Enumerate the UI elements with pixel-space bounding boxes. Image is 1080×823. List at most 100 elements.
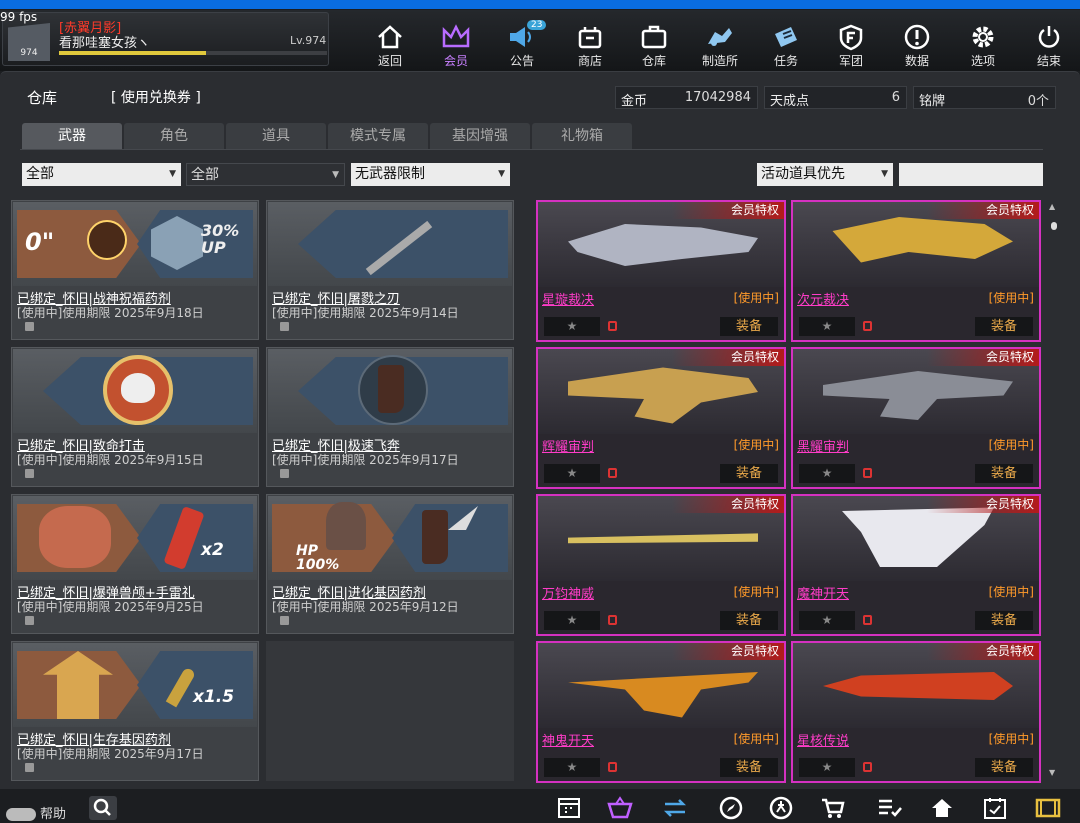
item-card[interactable]: 已绑定_怀旧|致命打击 [使用中]使用期限 2025年9月15日: [11, 347, 259, 487]
weapon-card[interactable]: 会员特权 魔神开天 [使用中] ★ 装备: [791, 494, 1041, 636]
favorite-button[interactable]: ★: [544, 758, 600, 777]
tab-gene-enhance[interactable]: 基因增强: [430, 123, 530, 150]
filter-category-select[interactable]: 全部 ▼: [22, 163, 181, 186]
home-icon: [375, 22, 405, 52]
info-icon: [902, 22, 932, 52]
weapon-status: [使用中]: [733, 438, 779, 452]
shop-basket-icon[interactable]: [605, 795, 635, 821]
tab-weapons[interactable]: 武器: [22, 123, 122, 150]
lock-icon: [608, 615, 617, 625]
favorite-button[interactable]: ★: [544, 317, 600, 336]
compass-icon[interactable]: [716, 795, 746, 821]
nav-notice[interactable]: 23 公告: [491, 20, 553, 76]
equip-button[interactable]: 装备: [975, 611, 1033, 630]
item-card[interactable]: x2 已绑定_怀旧|爆弹兽颅+手雷礼 [使用中]使用期限 2025年9月25日: [11, 494, 259, 634]
item-card[interactable]: 已绑定_怀旧|极速飞奔 [使用中]使用期限 2025年9月17日: [266, 347, 514, 487]
weapon-card[interactable]: 会员特权 万钧神威 [使用中] ★ 装备: [536, 494, 786, 636]
scroll-up-icon[interactable]: ▲: [1049, 202, 1055, 211]
scroll-thumb[interactable]: [1051, 222, 1057, 230]
film-icon[interactable]: [1033, 795, 1063, 821]
level-emblem-icon: 974: [8, 23, 50, 61]
weapon-card[interactable]: 会员特权 黑耀审判 [使用中] ★ 装备: [791, 347, 1041, 489]
favorite-button[interactable]: ★: [799, 758, 855, 777]
search-button[interactable]: [89, 796, 117, 820]
item-card[interactable]: x1.5 已绑定_怀旧|生存基因药剂 [使用中]使用期限 2025年9月17日: [11, 641, 259, 781]
nav-data[interactable]: 数据: [886, 20, 948, 76]
scroll-down-icon[interactable]: ▼: [1049, 768, 1055, 777]
weapon-card[interactable]: 会员特权 星璇裁决 [使用中] ★ 装备: [536, 200, 786, 342]
favorite-button[interactable]: ★: [799, 611, 855, 630]
item-expiry: [使用中]使用期限 2025年9月15日: [17, 453, 204, 467]
nav-mission[interactable]: 任务: [755, 20, 817, 76]
filter-type-select[interactable]: 全部 ▼: [186, 163, 345, 186]
sort-select[interactable]: 活动道具优先 ▼: [757, 163, 893, 186]
nav-storage[interactable]: 仓库: [623, 20, 685, 76]
nav-factory[interactable]: 制造所: [689, 20, 751, 76]
exchange-icon[interactable]: [660, 795, 690, 821]
page-title: 仓库: [27, 89, 58, 107]
lock-icon: [280, 616, 289, 625]
tab-items[interactable]: 道具: [226, 123, 326, 150]
nav-legion[interactable]: 军团: [820, 20, 882, 76]
chevron-down-icon: ▼: [881, 169, 888, 179]
weapon-status: [使用中]: [988, 291, 1034, 305]
fist-icon: [87, 220, 127, 260]
favorite-button[interactable]: ★: [799, 317, 855, 336]
redeem-voucher-button[interactable]: [ 使用兑换券 ]: [111, 87, 201, 107]
weapon-card[interactable]: 会员特权 次元裁决 [使用中] ★ 装备: [791, 200, 1041, 342]
equip-button[interactable]: 装备: [975, 758, 1033, 777]
scrollbar[interactable]: ▲ ▼: [1047, 200, 1060, 780]
nav-shop[interactable]: 商店: [559, 20, 621, 76]
favorite-button[interactable]: ★: [799, 464, 855, 483]
player-info[interactable]: 974 [赤翼月影] 看那哇塞女孩ヽ Lv.974: [2, 12, 329, 66]
tab-gift-box[interactable]: 礼物箱: [532, 123, 632, 150]
cart-icon[interactable]: [818, 795, 848, 821]
arrow-decor: [392, 504, 508, 572]
calendar-check-icon[interactable]: [980, 795, 1010, 821]
weapon-name: 黑耀审判: [797, 440, 850, 455]
search-icon: [93, 798, 111, 816]
weapon-name: 万钧神威: [542, 587, 595, 602]
weapon-card[interactable]: 会员特权 星核传说 [使用中] ★ 装备: [791, 641, 1041, 783]
favorite-button[interactable]: ★: [544, 611, 600, 630]
filter-weapon-limit-select[interactable]: 无武器限制 ▼: [351, 163, 510, 186]
item-image: x2: [13, 496, 257, 580]
search-input[interactable]: [899, 163, 1043, 186]
medal-display: 铭牌 0个: [913, 86, 1056, 109]
checklist-icon[interactable]: [875, 795, 905, 821]
home-icon[interactable]: [927, 795, 957, 821]
item-card[interactable]: 0" 30% UP 已绑定_怀旧|战神祝福药剂 [使用中]使用期限 2025年9…: [11, 200, 259, 340]
nav-back[interactable]: 返回: [359, 20, 421, 76]
weapon-card[interactable]: 会员特权 神鬼开天 [使用中] ★ 装备: [536, 641, 786, 783]
help-button[interactable]: 帮助: [6, 803, 66, 822]
nav-exit[interactable]: 结束: [1018, 20, 1080, 76]
equip-button[interactable]: 装备: [720, 611, 778, 630]
equip-button[interactable]: 装备: [975, 317, 1033, 336]
favorite-button[interactable]: ★: [544, 464, 600, 483]
tab-mode-exclusive[interactable]: 模式专属: [328, 123, 428, 150]
vip-privilege-badge: 会员特权: [672, 643, 784, 660]
weapon-graphic: [568, 672, 758, 718]
lock-icon: [25, 469, 34, 478]
nav-options[interactable]: 选项: [952, 20, 1014, 76]
vip-privilege-badge: 会员特权: [672, 496, 784, 513]
nav-vip[interactable]: 会员: [425, 20, 487, 76]
lock-icon: [608, 321, 617, 331]
tab-characters[interactable]: 角色: [124, 123, 224, 150]
runner-icon[interactable]: [766, 795, 796, 821]
weapon-status: [使用中]: [988, 585, 1034, 599]
item-image: [268, 349, 512, 433]
equip-button[interactable]: 装备: [720, 758, 778, 777]
weapon-graphic: [568, 533, 758, 544]
item-card[interactable]: HP 100% 已绑定_怀旧|进化基因药剂 [使用中]使用期限 2025年9月1…: [266, 494, 514, 634]
weapon-status: [使用中]: [733, 291, 779, 305]
window-top-strip: [0, 0, 1080, 9]
item-card[interactable]: 已绑定_怀旧|屠戮之刃 [使用中]使用期限 2025年9月14日: [266, 200, 514, 340]
equip-button[interactable]: 装备: [720, 317, 778, 336]
equip-button[interactable]: 装备: [975, 464, 1033, 483]
weapon-name: 魔神开天: [797, 587, 850, 602]
gold-display: 金币 17042984: [615, 86, 758, 109]
weapon-card[interactable]: 会员特权 辉耀审判 [使用中] ★ 装备: [536, 347, 786, 489]
calendar-grid-icon[interactable]: [554, 795, 584, 821]
equip-button[interactable]: 装备: [720, 464, 778, 483]
